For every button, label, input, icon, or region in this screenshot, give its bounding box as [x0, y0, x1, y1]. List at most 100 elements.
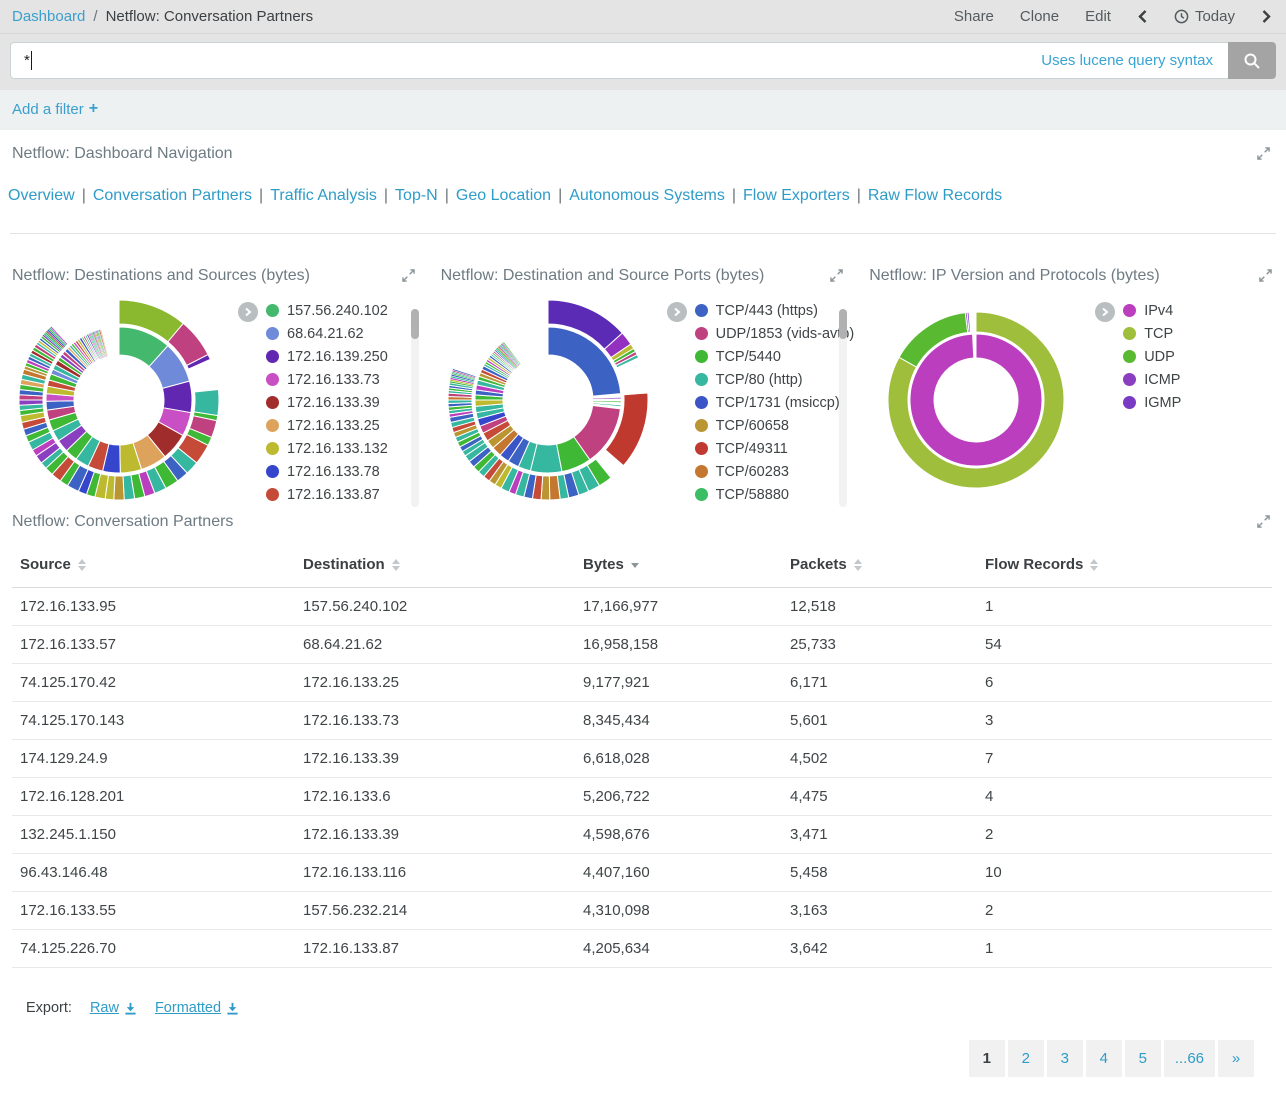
search-button[interactable] — [1228, 42, 1276, 79]
legend-item[interactable]: TCP/5440 — [695, 345, 855, 368]
sunburst-segment[interactable] — [448, 400, 472, 403]
sunburst-chart[interactable] — [869, 293, 1083, 507]
legend-color-dot — [266, 442, 279, 455]
legend-item[interactable]: ICMP — [1123, 368, 1181, 391]
cell-bytes: 6,618,028 — [575, 740, 782, 778]
nav-link-autonomous-systems[interactable]: Autonomous Systems — [569, 187, 725, 204]
sunburst-segment[interactable] — [593, 401, 621, 403]
lucene-syntax-link[interactable]: Uses lucene query syntax — [1041, 52, 1213, 69]
sort-down-caret — [78, 566, 86, 571]
legend-item[interactable]: 68.64.21.62 — [266, 322, 388, 345]
scrollbar-thumb[interactable] — [839, 309, 847, 339]
cell-bytes: 9,177,921 — [575, 664, 782, 702]
clone-button[interactable]: Clone — [1020, 8, 1059, 25]
legend-item[interactable]: 172.16.139.250 — [266, 345, 388, 368]
sunburst-chart[interactable] — [12, 293, 226, 507]
add-filter-button[interactable]: Add a filter + — [12, 100, 98, 118]
legend-item[interactable]: 172.16.133.73 — [266, 368, 388, 391]
legend-item[interactable]: UDP — [1123, 345, 1181, 368]
sunburst-segment[interactable] — [593, 397, 621, 399]
nav-link-conversation-partners[interactable]: Conversation Partners — [93, 187, 252, 204]
time-back-button[interactable] — [1137, 9, 1148, 24]
sort-up-caret — [78, 559, 86, 564]
legend-color-dot — [266, 465, 279, 478]
column-header-packets[interactable]: Packets — [782, 548, 977, 588]
legend-color-dot — [266, 488, 279, 501]
chart-body: TCP/443 (https)UDP/1853 (vids-avtp)TCP/5… — [441, 293, 846, 509]
nav-link-traffic-analysis[interactable]: Traffic Analysis — [270, 187, 377, 204]
sunburst-segment[interactable] — [114, 476, 124, 500]
legend-item[interactable]: 172.16.133.87 — [266, 483, 388, 506]
expand-icon[interactable] — [1255, 145, 1272, 162]
sunburst-segment[interactable] — [19, 400, 43, 405]
legend-toggle-button[interactable] — [667, 302, 687, 322]
chart-panel-3: Netflow: IP Version and Protocols (bytes… — [857, 267, 1286, 509]
column-label: Source — [20, 556, 71, 573]
expand-icon[interactable] — [400, 267, 417, 284]
time-picker-button[interactable]: Today — [1174, 8, 1235, 25]
table-row: 96.43.146.48172.16.133.1164,407,1605,458… — [12, 854, 1272, 892]
edit-button[interactable]: Edit — [1085, 8, 1111, 25]
expand-icon[interactable] — [1255, 513, 1272, 530]
legend-label: IGMP — [1144, 395, 1181, 411]
legend-color-dot — [695, 442, 708, 455]
chart-title: Netflow: IP Version and Protocols (bytes… — [869, 267, 1160, 285]
legend-toggle-button[interactable] — [238, 302, 258, 322]
legend-color-dot — [266, 373, 279, 386]
cell-packets: 4,475 — [782, 778, 977, 816]
chevron-right-icon — [1261, 9, 1272, 24]
column-header-destination[interactable]: Destination — [295, 548, 575, 588]
table-body: 172.16.133.95157.56.240.10217,166,97712,… — [12, 588, 1272, 968]
legend-item[interactable]: TCP/60283 — [695, 460, 855, 483]
time-forward-button[interactable] — [1261, 9, 1272, 24]
legend-item[interactable]: TCP/443 (https) — [695, 299, 855, 322]
legend-item[interactable]: TCP/49311 — [695, 437, 855, 460]
scrollbar-thumb[interactable] — [411, 309, 419, 339]
legend-item[interactable]: TCP/58880 — [695, 483, 855, 506]
legend-item[interactable]: 172.16.133.132 — [266, 437, 388, 460]
share-button[interactable]: Share — [954, 8, 994, 25]
cell-flow-records: 2 — [977, 892, 1272, 930]
legend-item[interactable]: 172.16.133.78 — [266, 460, 388, 483]
legend-scrollbar — [411, 309, 419, 507]
nav-link-raw-flow-records[interactable]: Raw Flow Records — [868, 187, 1002, 204]
nav-link-geo-location[interactable]: Geo Location — [456, 187, 551, 204]
sort-up-caret — [854, 559, 862, 564]
column-header-source[interactable]: Source — [12, 548, 295, 588]
legend-color-dot — [266, 396, 279, 409]
legend-item[interactable]: UDP/1853 (vids-avtp) — [695, 322, 855, 345]
legend-color-dot — [1123, 396, 1136, 409]
legend-color-dot — [1123, 304, 1136, 317]
expand-icon[interactable] — [1257, 267, 1274, 284]
legend-color-dot — [266, 350, 279, 363]
export-raw-link[interactable]: Raw — [90, 1000, 137, 1016]
breadcrumb-dashboard-link[interactable]: Dashboard — [12, 8, 85, 25]
cell-source: 74.125.170.42 — [12, 664, 295, 702]
sunburst-chart[interactable] — [441, 293, 655, 507]
nav-link-top-n[interactable]: Top-N — [395, 187, 438, 204]
legend-item[interactable]: IGMP — [1123, 391, 1181, 414]
chevron-right-icon — [1099, 306, 1111, 318]
legend-item[interactable]: 172.16.133.39 — [266, 391, 388, 414]
legend-item[interactable]: IPv4 — [1123, 299, 1181, 322]
sunburst-segment[interactable] — [194, 390, 219, 416]
legend-item[interactable]: TCP — [1123, 322, 1181, 345]
chart-title: Netflow: Destination and Source Ports (b… — [441, 267, 765, 285]
legend-toggle-button[interactable] — [1095, 302, 1115, 322]
cell-flow-records: 1 — [977, 588, 1272, 626]
legend-label: ICMP — [1144, 372, 1180, 388]
column-header-flow-records[interactable]: Flow Records — [977, 548, 1272, 588]
nav-link-flow-exporters[interactable]: Flow Exporters — [743, 187, 850, 204]
legend-item[interactable]: TCP/60658 — [695, 414, 855, 437]
query-input[interactable]: * Uses lucene query syntax — [10, 42, 1228, 79]
export-formatted-link[interactable]: Formatted — [155, 1000, 239, 1016]
legend-item[interactable]: 172.16.133.25 — [266, 414, 388, 437]
nav-link-overview[interactable]: Overview — [8, 187, 75, 204]
legend-item[interactable]: 157.56.240.102 — [266, 299, 388, 322]
legend-item[interactable]: TCP/80 (http) — [695, 368, 855, 391]
legend-item[interactable]: TCP/1731 (msiccp) — [695, 391, 855, 414]
column-header-bytes[interactable]: Bytes — [575, 548, 782, 588]
expand-icon[interactable] — [828, 267, 845, 284]
sunburst-segment[interactable] — [910, 334, 1042, 466]
chart-panel-head: Netflow: Destinations and Sources (bytes… — [12, 267, 417, 285]
